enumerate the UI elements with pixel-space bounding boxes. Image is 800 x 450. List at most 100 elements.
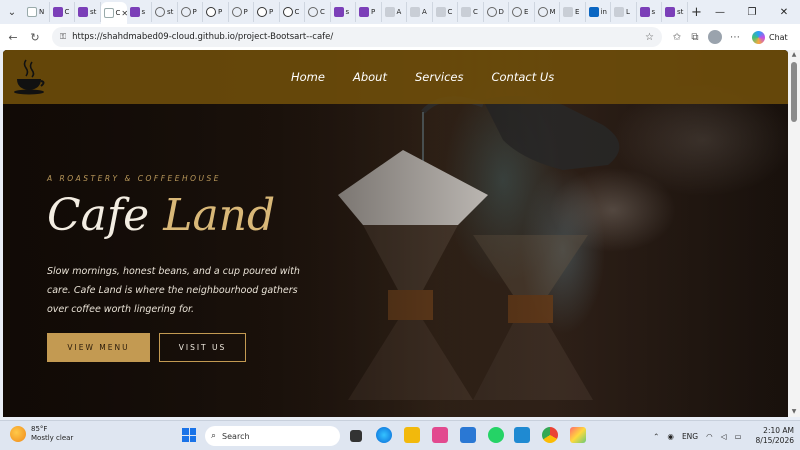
task-view-icon[interactable] (350, 430, 362, 442)
windows-start-icon[interactable] (182, 428, 196, 442)
visit-us-button[interactable]: VISIT US (159, 333, 246, 362)
browser-tab[interactable]: N (24, 2, 50, 22)
browser-tab-strip: ⌄ N Cst C ✕ s st P P P P C Cs P A A C C D E M Ein Ls st + — ❐ … (0, 0, 800, 24)
nav-contact-link[interactable]: Contact Us (491, 70, 554, 84)
url-text: https://shahdmabed09-cloud.github.io/pro… (72, 32, 334, 42)
tab-label: in (600, 8, 607, 16)
browser-tab[interactable]: P (203, 2, 229, 22)
tab-favicon-icon (155, 7, 165, 17)
pinned-app-icon[interactable] (570, 427, 586, 443)
whatsapp-icon[interactable] (488, 427, 504, 443)
refresh-icon[interactable]: ↻ (26, 31, 44, 44)
tab-label: A (396, 8, 402, 16)
scroll-up-arrow-icon[interactable]: ▲ (788, 50, 800, 60)
tab-label: st (90, 8, 97, 16)
scroll-down-arrow-icon[interactable]: ▼ (788, 407, 800, 417)
copilot-chat-button[interactable]: Chat (752, 30, 788, 44)
tab-label: C (320, 8, 325, 16)
browser-tab[interactable]: E (509, 2, 535, 22)
tab-favicon-icon (486, 7, 497, 17)
browser-tab[interactable]: st (152, 2, 178, 22)
tab-favicon-icon (410, 7, 420, 17)
nav-about-link[interactable]: About (353, 70, 387, 84)
browser-tab[interactable]: L (611, 2, 637, 22)
close-window-icon[interactable]: ✕ (768, 7, 800, 18)
page-scrollbar[interactable]: ▲ ▼ (788, 50, 800, 417)
browser-tab[interactable]: M (535, 2, 560, 22)
browser-tab[interactable]: in (586, 2, 611, 22)
browser-tab[interactable]: st (75, 2, 101, 22)
vscode-icon[interactable] (514, 427, 530, 443)
browser-tab[interactable]: A (407, 2, 433, 22)
taskbar-clock[interactable]: 2:10 AM 8/15/2026 (756, 426, 794, 446)
browser-tab[interactable]: C (280, 2, 305, 22)
nav-home-link[interactable]: Home (291, 70, 325, 84)
more-options-icon[interactable]: ⋯ (726, 32, 744, 43)
battery-icon[interactable]: ▭ (734, 432, 741, 441)
clock-time: 2:10 AM (763, 426, 794, 435)
minimize-icon[interactable]: — (704, 7, 736, 18)
browser-tab[interactable]: P (178, 2, 203, 22)
browser-tab[interactable]: P (356, 2, 382, 22)
tab-favicon-icon (180, 7, 191, 17)
tab-label: P (243, 8, 248, 16)
volume-icon[interactable]: ◁ (721, 432, 727, 441)
favorites-icon[interactable]: ✩ (668, 32, 686, 43)
browser-tab[interactable]: s (637, 2, 662, 22)
tab-favicon-icon (512, 7, 522, 17)
nav-links: Home About Services Contact Us (291, 50, 582, 104)
tab-label: L (626, 8, 630, 16)
browser-tab[interactable]: C (458, 2, 484, 22)
tab-favicon-icon (129, 7, 140, 17)
browser-tab[interactable]: D (484, 2, 509, 22)
address-bar[interactable]: ⚿ https://shahdmabed09-cloud.github.io/p… (52, 27, 662, 47)
scroll-thumb[interactable] (791, 62, 797, 122)
store-icon[interactable] (432, 427, 448, 443)
site-navbar: Home About Services Contact Us (3, 50, 788, 104)
browser-tab[interactable]: C (305, 2, 331, 22)
edge-icon[interactable] (376, 427, 392, 443)
browser-tab[interactable]: A (382, 2, 407, 22)
profile-avatar[interactable] (708, 30, 722, 44)
tab-label: s (345, 8, 350, 16)
browser-tab[interactable]: P (229, 2, 254, 22)
browser-tab[interactable]: s (127, 2, 152, 22)
chat-label: Chat (769, 32, 788, 42)
tray-overflow-chevron-icon[interactable]: ⌃ (653, 432, 659, 441)
nav-services-link[interactable]: Services (415, 70, 464, 84)
browser-tab[interactable]: st (662, 2, 688, 22)
tab-favicon-icon (614, 7, 624, 17)
coffee-cup-logo-icon[interactable] (13, 58, 47, 96)
tab-favicon-icon (333, 7, 344, 17)
taskbar-search-box[interactable]: ⌕ Search (205, 426, 340, 446)
restore-icon[interactable]: ❐ (736, 7, 768, 18)
tab-label: M (549, 8, 556, 16)
tab-favicon-icon (257, 7, 267, 17)
view-menu-button[interactable]: VIEW MENU (47, 333, 150, 362)
collections-icon[interactable]: ⧉ (686, 32, 704, 43)
microsoft-store-icon[interactable] (460, 427, 476, 443)
tab-favicon-icon (206, 7, 216, 17)
browser-tab[interactable]: C (50, 2, 75, 22)
browser-tab[interactable]: P (254, 2, 280, 22)
browser-tab[interactable]: s (331, 2, 356, 22)
new-tab-plus-icon[interactable]: + (688, 5, 706, 20)
browser-tab[interactable]: C ✕ (100, 2, 127, 24)
site-info-icon[interactable]: ⚿ (60, 32, 66, 42)
weather-widget[interactable]: 85°F Mostly clear (10, 425, 73, 443)
clock-date: 8/15/2026 (755, 436, 794, 445)
wifi-icon[interactable]: ◠ (706, 432, 713, 441)
tray-app-icon[interactable]: ◉ (667, 432, 674, 441)
chrome-icon[interactable] (542, 427, 558, 443)
tab-actions-chevron-icon[interactable]: ⌄ (0, 0, 24, 24)
tab-label: C (447, 8, 453, 16)
tab-label: E (524, 8, 529, 16)
language-indicator[interactable]: ENG (682, 432, 698, 441)
tab-label: N (39, 8, 45, 16)
browser-tab[interactable]: E (560, 2, 586, 22)
back-arrow-icon[interactable]: ← (4, 31, 22, 44)
tab-label: D (498, 8, 504, 16)
favorite-star-icon[interactable]: ☆ (645, 32, 654, 43)
file-explorer-icon[interactable] (404, 427, 420, 443)
browser-tab[interactable]: C (433, 2, 458, 22)
